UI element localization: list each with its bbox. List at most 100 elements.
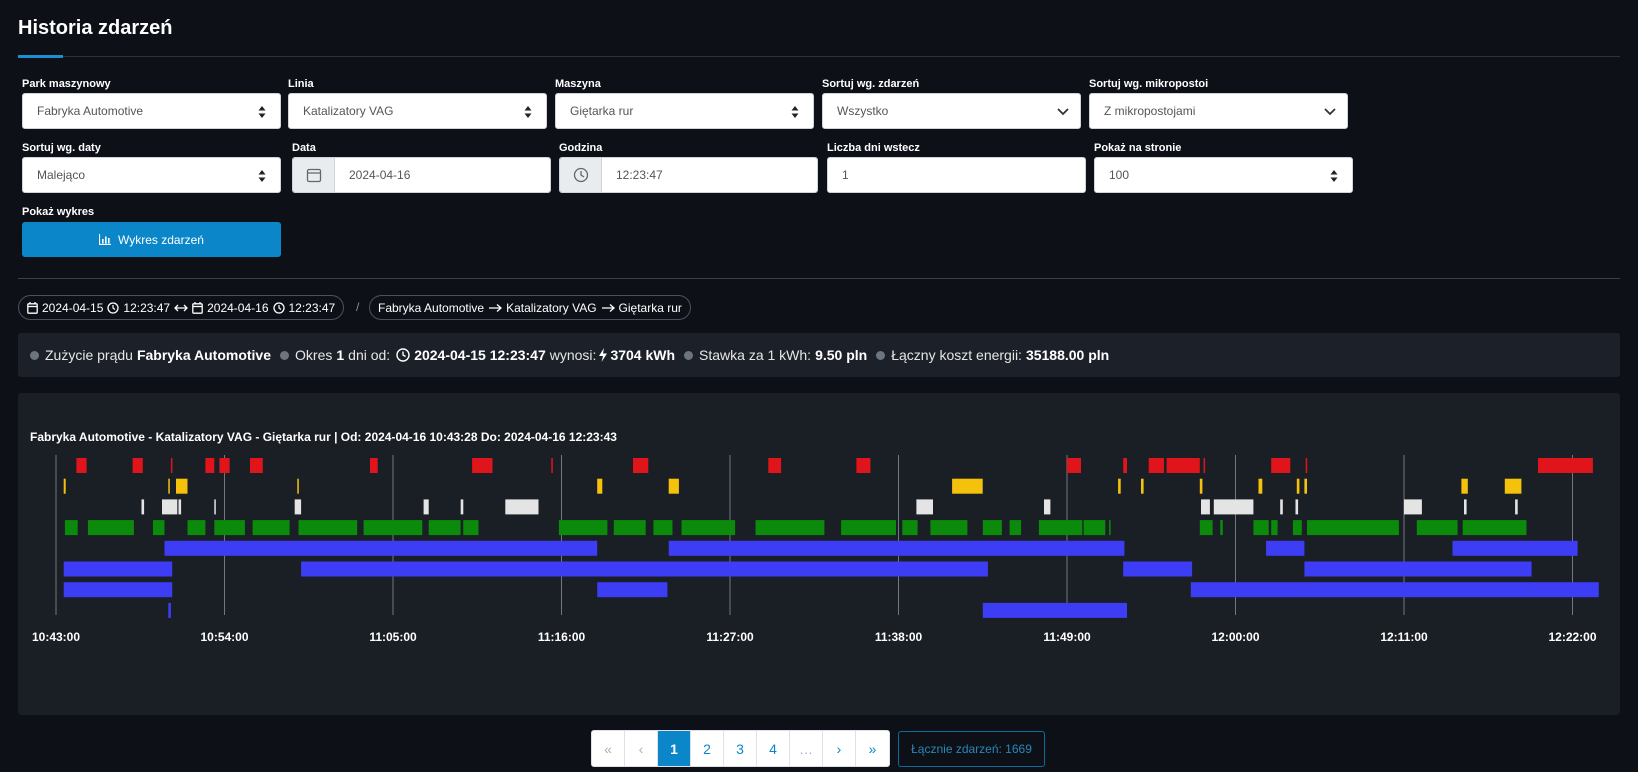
event-segment-white[interactable] (1044, 499, 1051, 515)
event-segment-green[interactable] (214, 520, 245, 536)
event-segment-white[interactable] (1201, 499, 1210, 515)
last-page-button[interactable]: » (856, 731, 889, 766)
event-segment-white[interactable] (1213, 499, 1254, 515)
event-segment-yellow[interactable] (1504, 478, 1522, 494)
event-segment-green[interactable] (1038, 520, 1083, 536)
next-page-button[interactable]: › (823, 731, 856, 766)
event-segment-yellow[interactable] (1118, 478, 1121, 494)
sort-micro-select[interactable]: Z mikropostojami (1089, 93, 1348, 129)
event-segment-red[interactable] (1203, 458, 1206, 473)
event-segment-red[interactable] (219, 458, 230, 473)
event-segment-green[interactable] (153, 520, 165, 536)
events-chart-button[interactable]: Wykres zdarzeń (22, 222, 281, 257)
event-segment-green[interactable] (681, 520, 736, 536)
park-select[interactable]: Fabryka Automotive (22, 93, 281, 129)
event-segment-green[interactable] (428, 520, 461, 536)
first-page-button[interactable]: « (592, 731, 625, 766)
sort-date-select[interactable]: Malejąco (22, 157, 281, 193)
event-segment-yellow[interactable] (168, 478, 170, 494)
event-segment-red[interactable] (132, 458, 143, 473)
event-segment-green[interactable] (613, 520, 646, 536)
event-segment-red[interactable] (370, 458, 378, 473)
event-segment-yellow[interactable] (1461, 478, 1468, 494)
event-segment-green[interactable] (87, 520, 134, 536)
event-segment-red[interactable] (1148, 458, 1164, 473)
event-segment-red[interactable] (768, 458, 782, 473)
event-segment-green[interactable] (653, 520, 673, 536)
event-segment-yellow[interactable] (176, 478, 188, 494)
event-segment-green[interactable] (841, 520, 896, 536)
event-segment-green[interactable] (930, 520, 968, 536)
event-segment-white[interactable] (178, 499, 182, 515)
event-segment-green[interactable] (1292, 520, 1302, 536)
event-segment-green[interactable] (1462, 520, 1527, 536)
event-segment-blue[interactable] (164, 540, 598, 556)
event-segment-green[interactable] (755, 520, 825, 536)
event-segment-green[interactable] (298, 520, 358, 536)
page-button-1[interactable]: 1 (658, 731, 691, 766)
event-segment-white[interactable] (141, 499, 145, 515)
event-segment-blue[interactable] (63, 561, 173, 577)
event-segment-blue[interactable] (668, 540, 1125, 556)
event-segment-blue[interactable] (1266, 540, 1305, 556)
event-segment-red[interactable] (472, 458, 493, 473)
event-segment-red[interactable] (551, 458, 553, 473)
event-segment-blue[interactable] (1452, 540, 1578, 556)
page-button-2[interactable]: 2 (691, 731, 724, 766)
event-segment-white[interactable] (294, 499, 302, 515)
prev-page-button[interactable]: ‹ (625, 731, 658, 766)
event-segment-white[interactable] (460, 499, 464, 515)
event-segment-yellow[interactable] (1199, 478, 1203, 494)
event-segment-white[interactable] (1464, 499, 1467, 515)
event-segment-red[interactable] (76, 458, 87, 473)
event-segment-yellow[interactable] (952, 478, 983, 494)
event-segment-green[interactable] (64, 520, 78, 536)
event-segment-green[interactable] (187, 520, 206, 536)
event-segment-white[interactable] (162, 499, 178, 515)
event-segment-red[interactable] (250, 458, 263, 473)
sort-events-select[interactable]: Wszystko (822, 93, 1081, 129)
event-segment-yellow[interactable] (297, 478, 299, 494)
event-segment-white[interactable] (1280, 499, 1283, 515)
event-segment-white[interactable] (423, 499, 429, 515)
event-segment-red[interactable] (856, 458, 871, 473)
time-field[interactable]: 12:23:47 (559, 157, 818, 193)
event-segment-white[interactable] (214, 499, 216, 515)
event-segment-green[interactable] (1253, 520, 1269, 536)
time-value[interactable]: 12:23:47 (602, 158, 817, 192)
event-segment-green[interactable] (1416, 520, 1458, 536)
event-segment-red[interactable] (1067, 458, 1081, 473)
event-segment-white[interactable] (1295, 499, 1299, 515)
event-segment-green[interactable] (1220, 520, 1223, 536)
event-segment-green[interactable] (363, 520, 423, 536)
event-segment-green[interactable] (1271, 520, 1278, 536)
event-segment-yellow[interactable] (1258, 478, 1263, 494)
event-segment-red[interactable] (1166, 458, 1200, 473)
event-segment-white[interactable] (1404, 499, 1422, 515)
event-segment-blue[interactable] (301, 561, 988, 577)
event-segment-yellow[interactable] (668, 478, 679, 494)
event-segment-yellow[interactable] (63, 478, 66, 494)
line-select[interactable]: Katalizatory VAG (288, 93, 547, 129)
event-segment-green[interactable] (1009, 520, 1022, 536)
event-segment-blue[interactable] (1190, 582, 1599, 598)
event-segment-red[interactable] (1538, 458, 1593, 473)
event-segment-white[interactable] (505, 499, 539, 515)
event-segment-blue[interactable] (597, 582, 668, 598)
event-segment-yellow[interactable] (597, 478, 603, 494)
event-segment-red[interactable] (1271, 458, 1291, 473)
event-segment-red[interactable] (205, 458, 215, 473)
machine-select[interactable]: Giętarka rur (555, 93, 814, 129)
event-segment-blue[interactable] (63, 582, 173, 598)
event-segment-green[interactable] (463, 520, 479, 536)
event-segment-green[interactable] (982, 520, 1002, 536)
event-segment-green[interactable] (252, 520, 290, 536)
event-segment-blue[interactable] (168, 602, 171, 618)
event-segment-red[interactable] (633, 458, 649, 473)
page-button-3[interactable]: 3 (724, 731, 757, 766)
event-segment-red[interactable] (1305, 458, 1308, 473)
event-segment-green[interactable] (558, 520, 608, 536)
days-back-input[interactable]: 1 (827, 157, 1086, 193)
event-segment-blue[interactable] (982, 602, 1127, 618)
event-segment-blue[interactable] (1304, 561, 1532, 577)
